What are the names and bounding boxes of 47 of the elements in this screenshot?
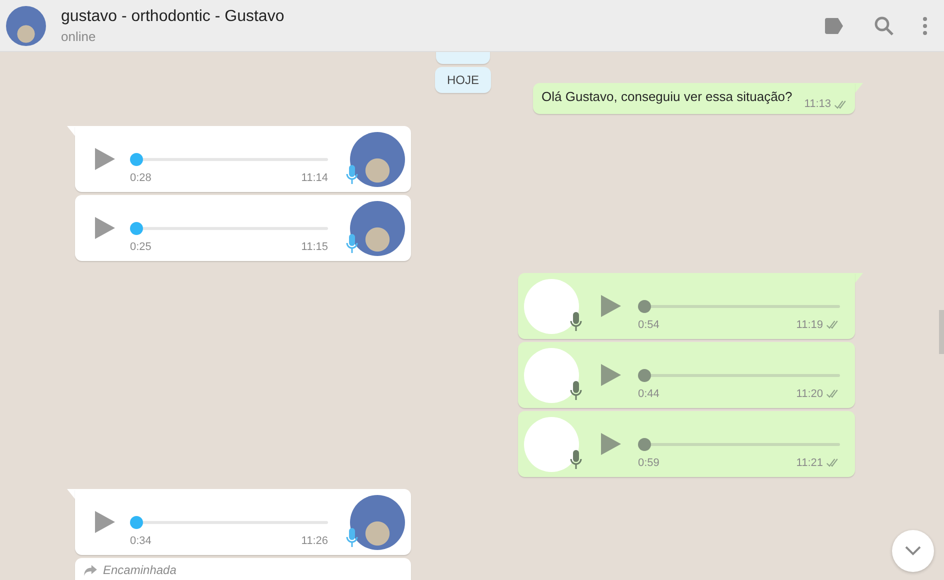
contact-name: gustavo - orthodontic - Gustavo [61,8,284,26]
message-time: 11:19 [796,318,823,330]
audio-progress-thumb[interactable] [638,368,651,382]
audio-progress-thumb[interactable] [638,300,651,312]
audio-duration: 0:59 [638,456,660,468]
microphone-icon [346,164,358,184]
audio-progress-thumb[interactable] [130,152,143,166]
play-icon[interactable] [601,295,621,317]
forwarded-label: Encaminhada [103,563,176,577]
audio-progress-slider[interactable] [130,516,328,528]
play-icon[interactable] [601,433,621,455]
microphone-icon [570,450,582,470]
message-text: Olá Gustavo, conseguiu ver essa situação? [542,89,792,106]
forward-arrow-icon [84,564,97,576]
chevron-down-icon [905,546,921,556]
audio-duration: 0:34 [130,534,152,546]
microphone-icon [570,312,582,332]
contact-status: online [61,28,97,44]
message-time: 11:15 [301,240,328,252]
microphone-icon [570,380,582,400]
play-icon[interactable] [95,511,115,533]
play-icon[interactable] [601,364,621,386]
message-time: 11:20 [796,388,823,400]
audio-progress-thumb[interactable] [130,516,143,528]
contact-avatar[interactable] [6,6,46,46]
message-time: 11:13 [804,98,831,110]
date-chip: HOJE [434,67,491,93]
audio-progress-thumb[interactable] [638,438,651,450]
audio-progress-slider[interactable] [638,368,840,382]
scrollbar[interactable] [939,310,944,354]
audio-progress-slider[interactable] [638,438,840,450]
message-time: 11:14 [301,172,328,184]
audio-duration: 0:44 [638,388,660,400]
microphone-icon [346,234,358,254]
message-time: 11:26 [301,534,328,546]
audio-duration: 0:28 [130,172,152,184]
play-icon[interactable] [95,148,115,170]
message-time: 11:21 [796,456,823,468]
play-icon[interactable] [95,217,115,239]
audio-progress-thumb[interactable] [130,222,143,234]
audio-progress-slider[interactable] [638,300,840,312]
audio-progress-slider[interactable] [130,152,328,166]
scroll-down-button[interactable] [892,530,934,572]
audio-duration: 0:25 [130,240,152,252]
audio-progress-slider[interactable] [130,222,328,234]
microphone-icon [346,528,358,548]
audio-duration: 0:54 [638,318,660,330]
